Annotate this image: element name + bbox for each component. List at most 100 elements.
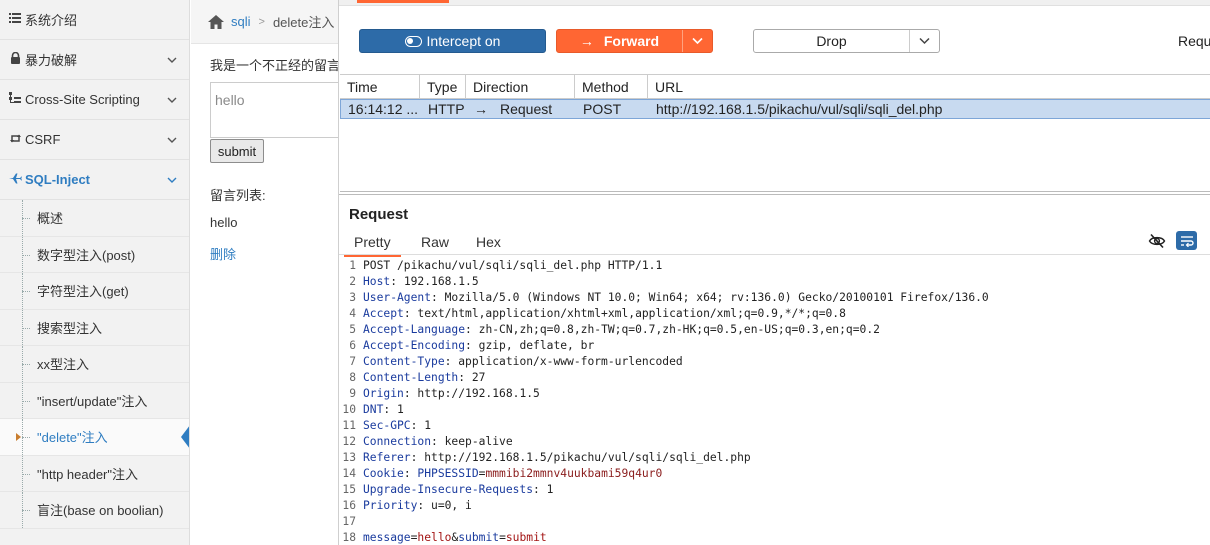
column-type[interactable]: Type — [420, 75, 466, 98]
forward-label: Forward — [603, 33, 660, 49]
header-value: zh-CN,zh;q=0.8,zh-TW;q=0.7,zh-HK;q=0.5,e… — [478, 322, 880, 336]
line-number: 9 — [349, 386, 356, 400]
header-value: 1 — [424, 418, 432, 432]
header-value: u=0, i — [431, 498, 472, 512]
cell-direction: → Request — [467, 100, 576, 118]
sidebar-item-search[interactable]: 搜索型注入 — [0, 309, 189, 346]
header-key: Content-Type — [363, 354, 445, 368]
menu-csrf[interactable]: CSRF — [0, 120, 189, 160]
column-direction[interactable]: Direction — [466, 75, 575, 98]
column-method[interactable]: Method — [575, 75, 648, 98]
sidebar-item-overview[interactable]: 概述 — [0, 200, 189, 237]
drop-dropdown[interactable] — [909, 30, 939, 52]
sidebar-item-insert-update[interactable]: "insert/update"注入 — [0, 382, 189, 419]
sidebar-item-xx[interactable]: xx型注入 — [0, 346, 189, 383]
header-key: Accept-Encoding — [363, 338, 466, 352]
menu-brute-force[interactable]: 暴力破解 — [0, 40, 189, 80]
breadcrumb-link[interactable]: sqli — [231, 14, 251, 29]
code-line: 6 Accept-Encoding: gzip, deflate, br — [339, 337, 1210, 353]
cell-time: 16:14:12 ... — [348, 101, 419, 117]
table-row[interactable]: 16:14:12 ... HTTP → Request POST http://… — [340, 99, 1210, 119]
sidebar-item-blind-boolean[interactable]: 盲注(base on boolian) — [0, 492, 189, 529]
line-number: 3 — [349, 290, 356, 304]
column-url[interactable]: URL — [648, 75, 1210, 98]
line-number: 17 — [342, 514, 356, 528]
line-number: 11 — [342, 418, 356, 432]
header-value: gzip, deflate, br — [478, 338, 595, 352]
cell-url: http://192.168.1.5/pikachu/vul/sqli/sqli… — [656, 101, 943, 117]
cookie-value: mmmibi2mmnv4uukbami59q4ur0 — [485, 466, 663, 480]
line-number: 14 — [342, 466, 356, 480]
line-number: 1 — [349, 258, 356, 272]
current-marker-icon — [16, 433, 21, 441]
request-line: POST /pikachu/vul/sqli/sqli_del.php HTTP… — [363, 258, 663, 272]
column-time[interactable]: Time — [340, 75, 420, 98]
submit-button[interactable]: submit — [210, 139, 264, 163]
header-value: 1 — [546, 482, 554, 496]
line-number: 12 — [342, 434, 356, 448]
header-key: DNT — [363, 402, 384, 416]
sidebar-item-string-get[interactable]: 字符型注入(get) — [0, 273, 189, 310]
menu-label: 系统介绍 — [25, 13, 78, 28]
code-line: 8 Content-Length: 27 — [339, 369, 1210, 385]
intercept-toggle-button[interactable]: Intercept on — [359, 29, 546, 53]
plane-icon — [8, 173, 22, 187]
cell-type: HTTP — [428, 101, 465, 117]
code-line: 12 Connection: keep-alive — [339, 433, 1210, 449]
arrow-right-icon: → — [474, 101, 488, 117]
code-line: 18 message=hello&submit=submit — [339, 529, 1210, 545]
intercept-label: Intercept on — [426, 33, 501, 49]
line-number: 10 — [342, 402, 356, 416]
sidebar-item-delete[interactable]: "delete"注入 — [0, 419, 189, 456]
line-number: 7 — [349, 354, 356, 368]
eye-slash-icon[interactable] — [1148, 232, 1166, 250]
code-line: 15 Upgrade-Insecure-Requests: 1 — [339, 481, 1210, 497]
menu-label: SQL-Inject — [25, 172, 91, 187]
home-icon[interactable] — [207, 14, 225, 30]
burp-proxy-panel: Intercept on → Forward Drop Reque Time T… — [338, 0, 1210, 545]
header-value: 1 — [397, 402, 404, 416]
table-header: Time Type Direction Method URL — [340, 75, 1210, 99]
sidebar-item-numeric-post[interactable]: 数字型注入(post) — [0, 236, 189, 273]
code-line: 13 Referer: http://192.168.1.5/pikachu/vu… — [339, 449, 1210, 465]
cell-method: POST — [583, 101, 622, 117]
delete-link[interactable]: 删除 — [210, 244, 236, 263]
forward-dropdown[interactable] — [682, 30, 712, 52]
menu-label: Cross-Site Scripting — [25, 92, 140, 107]
forward-button[interactable]: → Forward — [556, 29, 713, 53]
cell-direction-label: Request — [500, 101, 553, 117]
request-view-tabs: Pretty Raw Hex — [339, 229, 1210, 257]
sidebar-item-label: "delete"注入 — [37, 430, 108, 446]
header-key: Priority — [363, 498, 418, 512]
sidebar-item-label: 盲注(base on boolian) — [37, 503, 164, 519]
drop-button[interactable]: Drop — [753, 29, 940, 53]
breadcrumb-separator-icon: > — [258, 15, 265, 28]
line-number: 16 — [342, 498, 356, 512]
code-line: 2 Host: 192.168.1.5 — [339, 273, 1210, 289]
message-textarea[interactable]: hello — [210, 82, 338, 138]
message-list-title: 留言列表: — [210, 188, 266, 203]
sidebar-item-http-header[interactable]: "http header"注入 — [0, 455, 189, 492]
menu-xss[interactable]: Cross-Site Scripting — [0, 80, 189, 120]
line-number: 4 — [349, 306, 356, 320]
active-pointer-icon — [181, 425, 189, 449]
param-value: hello — [417, 530, 452, 544]
menu-label: 暴力破解 — [25, 53, 78, 68]
word-wrap-icon[interactable] — [1176, 231, 1197, 250]
header-value: application/x-www-form-urlencoded — [458, 354, 683, 368]
tab-hex[interactable]: Hex — [476, 234, 501, 250]
header-key: Accept-Language — [363, 322, 466, 336]
request-editor[interactable]: 1 POST /pikachu/vul/sqli/sqli_del.php HTT… — [339, 257, 1210, 545]
code-line: 17 — [339, 513, 1210, 529]
sidebar-item-label: "insert/update"注入 — [37, 393, 148, 409]
forward-main[interactable]: → Forward — [557, 30, 682, 52]
header-value: keep-alive — [444, 434, 513, 448]
intercept-toolbar: Intercept on → Forward Drop Reque — [339, 6, 1210, 72]
tab-pretty[interactable]: Pretty — [344, 234, 401, 257]
line-number: 2 — [349, 274, 356, 288]
tab-raw[interactable]: Raw — [421, 234, 449, 250]
drop-label: Drop — [816, 33, 847, 49]
breadcrumb-current: delete注入 — [272, 15, 335, 30]
menu-system-intro[interactable]: 系统介绍 — [0, 0, 189, 40]
menu-sql-inject[interactable]: SQL-Inject — [0, 160, 189, 200]
